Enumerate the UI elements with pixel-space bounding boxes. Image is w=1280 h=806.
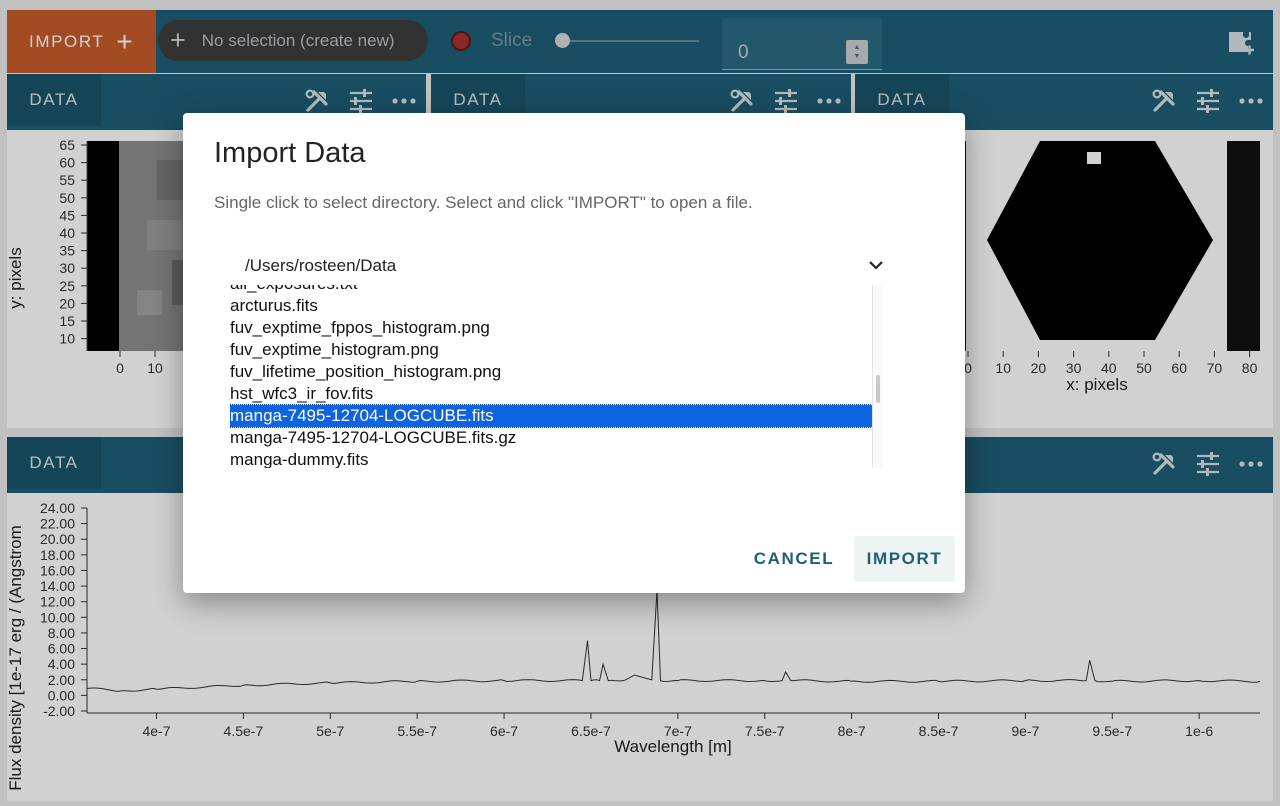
directory-value: /Users/rosteen/Data bbox=[245, 256, 397, 275]
directory-select[interactable]: /Users/rosteen/Data bbox=[226, 250, 886, 282]
dialog-title: Import Data bbox=[214, 137, 366, 169]
file-item[interactable]: fuv_exptime_fppos_histogram.png bbox=[230, 317, 872, 339]
file-item[interactable]: all_exposures.txt bbox=[230, 285, 872, 295]
dialog-subtitle: Single click to select directory. Select… bbox=[214, 193, 753, 212]
file-list[interactable]: all_exposures.txtarcturus.fitsfuv_exptim… bbox=[230, 285, 882, 468]
chevron-down-icon[interactable] bbox=[868, 258, 884, 272]
file-item[interactable]: arcturus.fits bbox=[230, 295, 872, 317]
scrollbar-thumb[interactable] bbox=[876, 375, 880, 403]
file-item[interactable]: manga-7495-12704-LOGCUBE.fits.gz bbox=[230, 427, 872, 449]
file-item[interactable]: manga-dummy.fits bbox=[230, 449, 872, 468]
cancel-button[interactable]: CANCEL bbox=[746, 536, 842, 582]
import-confirm-button[interactable]: IMPORT bbox=[854, 536, 955, 582]
file-item-selected[interactable]: manga-7495-12704-LOGCUBE.fits bbox=[230, 404, 873, 428]
import-data-dialog: Import Data Single click to select direc… bbox=[183, 113, 965, 593]
file-item[interactable]: fuv_exptime_histogram.png bbox=[230, 339, 872, 361]
file-item[interactable]: hst_wfc3_ir_fov.fits bbox=[230, 383, 872, 405]
file-item[interactable]: fuv_lifetime_position_histogram.png bbox=[230, 361, 872, 383]
file-list-scrollbar[interactable] bbox=[872, 285, 882, 468]
